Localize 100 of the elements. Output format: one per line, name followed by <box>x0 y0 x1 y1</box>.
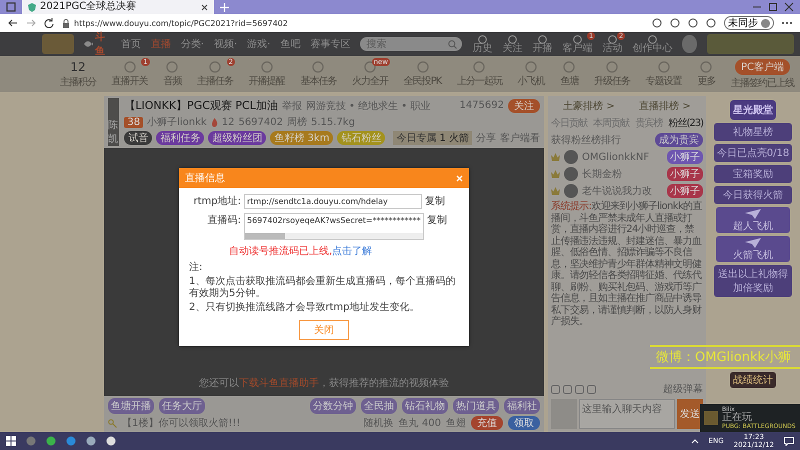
badge-pill[interactable]: 超级粉丝团 <box>208 131 266 145</box>
report-link[interactable]: 举报 <box>282 98 302 112</box>
rank-link[interactable]: 直播排榜 > <box>639 99 691 113</box>
circle-icon <box>700 60 712 72</box>
copy-link[interactable]: 复制 <box>425 194 445 208</box>
gift-button[interactable]: 分数分钟 <box>310 398 356 414</box>
recharge-button[interactable]: 充值 <box>471 416 503 430</box>
gift-button[interactable]: 鱼塘开播 <box>108 398 154 414</box>
window-icon <box>6 2 16 12</box>
toolbar-link[interactable]: 开播提醒 <box>248 60 285 88</box>
chat-tab[interactable]: 粉丝(23) <box>668 116 703 130</box>
note-text: 1、每次点击获取推流码都会重新生成直播码，每个直播码的有效期为5分钟。 <box>189 276 456 300</box>
copy-link[interactable]: 复制 <box>427 213 447 227</box>
claim-button[interactable]: 领取 <box>508 416 540 430</box>
nav-link[interactable]: 赛事专区 <box>310 37 350 51</box>
close-icon <box>784 2 794 12</box>
circle-icon <box>572 34 582 44</box>
follower-count: 1475692 <box>459 100 504 111</box>
close-button[interactable] <box>456 174 463 182</box>
score-label: 主播积分 <box>60 76 96 88</box>
badge-pill[interactable]: 试音 <box>124 131 152 145</box>
notice-text: 【1楼】你可以领取火箭!!! <box>122 416 240 430</box>
site-logo[interactable]: 斗鱼 <box>84 30 111 58</box>
send-button[interactable]: 发送 <box>677 399 703 429</box>
nav-link[interactable]: 直播 <box>150 37 171 51</box>
rank-link[interactable]: 土豪排榜 > <box>563 99 615 113</box>
gift-button[interactable]: 任务大厅 <box>159 398 205 414</box>
fish-ball-count: 鱼丸 400 <box>398 416 441 430</box>
nav-link[interactable]: 鱼吧 <box>280 37 300 51</box>
nav-link[interactable]: 游戏· <box>247 37 270 51</box>
rtmp-field[interactable]: rtmp://sendtc1a.douyu.com/hdelay <box>244 194 422 209</box>
chevron-up-icon <box>690 438 699 444</box>
nav-link[interactable]: 视频· <box>214 37 238 51</box>
circle-icon <box>106 436 116 446</box>
status-text: 正在玩 <box>722 413 753 423</box>
circle-icon <box>312 60 324 72</box>
system-notice: 系统提示:欢迎来到小狮子lionkk的直播间，斗鱼严禁未成年人直播或打赏，直播内容进行24小时巡查，禁止传播违法违规、封建迷信、暴力血腥、低俗色情、招嫖诈骗等不良信息，坚决维护青少年群体精神文明健康。请勿轻信各类招聘征婚、代练代聊、刷粉、购买礼包码、游戏币等广告信息，且如主播在推广商品中诱导私下交易，请谨慎判断，以防人身财产损失。 <box>551 201 703 328</box>
client-button[interactable]: PC客户端 <box>734 58 790 74</box>
header-action-link[interactable]: 关注 <box>502 34 522 54</box>
gift-button[interactable]: 钻石礼物 <box>402 398 448 414</box>
event-section: 礼物星榜 <box>714 123 792 141</box>
toolbar-link[interactable]: 更多 <box>697 60 716 88</box>
nav-link[interactable]: 分类· <box>180 37 204 51</box>
danmaku-text: 微博：OMGlionkk小狮 <box>650 345 800 369</box>
header-action-link[interactable]: 历史 <box>472 34 492 54</box>
gift-button[interactable]: 福利社 <box>504 398 540 414</box>
user-avatar[interactable] <box>682 35 697 53</box>
super-danmaku-link[interactable]: 超级弹幕 <box>663 382 703 396</box>
stats-button[interactable]: 战绩统计 <box>730 372 776 388</box>
address-field[interactable]: https://www.douyu.com/topic/PGC2021?rid=5697402 <box>62 18 644 28</box>
toolbar-link[interactable]: 全民投PK <box>404 60 442 88</box>
follow-button[interactable]: 关注 <box>508 98 540 112</box>
share-link[interactable]: 分享 <box>476 131 496 145</box>
nav-link[interactable]: 首页 <box>120 37 141 51</box>
header-action-link[interactable]: 创作中心 <box>632 34 672 54</box>
circle-icon <box>86 436 96 446</box>
header-action-link[interactable]: 开播 <box>532 34 552 54</box>
badge-pill[interactable]: 福利任务 <box>156 131 204 145</box>
badge-pill[interactable]: 鱼籽榜 3km <box>270 131 334 145</box>
stream-code-field[interactable]: 5697402rsoyeqeAK?wsSecret=************ <box>244 213 424 240</box>
profile-button[interactable]: 未同步 <box>724 16 774 30</box>
client-watch-link[interactable]: 客户端看 <box>500 131 540 145</box>
learn-more-link[interactable]: 点击了解 <box>332 246 372 257</box>
app-icon <box>26 436 36 446</box>
toolbar-link[interactable]: 鱼塘 <box>560 60 578 88</box>
chat-input[interactable]: 这里输入聊天内容 <box>579 399 675 429</box>
toolbar-link[interactable]: 基本任务 <box>300 60 336 88</box>
event-section: 宝箱奖励 <box>714 165 792 183</box>
anchor-name[interactable]: 小狮子lionkk <box>147 115 207 129</box>
browser-tab[interactable]: 2021PGC全球总决赛 <box>22 0 214 14</box>
toolbar-link[interactable]: 升级任务 <box>594 60 630 88</box>
shield-icon <box>28 2 36 12</box>
toolbar-link[interactable]: 专题设置 <box>646 60 682 88</box>
fan-name: 长期金粉 <box>582 168 623 181</box>
windows-icon <box>6 436 16 446</box>
avatar-icon <box>761 18 770 28</box>
fan-badge: 小狮子 <box>667 150 703 164</box>
plane-icon <box>745 236 761 248</box>
fan-badge: 小狮子 <box>667 167 703 181</box>
user-avatar <box>564 150 578 164</box>
score-value: 12 <box>70 60 86 74</box>
become-vip-button[interactable]: 成为贵宾 <box>655 133 703 147</box>
circle-icon <box>563 60 576 72</box>
close-button[interactable]: 关闭 <box>299 320 349 340</box>
gift-button[interactable]: 全民抽 <box>361 398 397 414</box>
circle-icon <box>606 60 618 72</box>
level-badge: 38 <box>124 116 144 128</box>
toolbar-link[interactable]: 音频 <box>163 60 182 88</box>
gift-button[interactable]: 热门道具 <box>453 398 499 414</box>
toolbar-link[interactable]: 上分一起玩 <box>456 60 502 88</box>
horizontal-scrollbar[interactable] <box>245 233 423 239</box>
toolbar-link[interactable]: 小飞机 <box>518 60 545 88</box>
maximize-icon <box>768 2 778 12</box>
badge-pill[interactable]: 钻石粉丝 <box>337 131 386 145</box>
warning-text: 自动读号推流码已上线,点击了解 <box>229 244 374 258</box>
note-title: 注: <box>189 262 204 274</box>
random-link[interactable]: 随机换 <box>364 416 394 430</box>
client-note: 主播签约已上线 <box>731 76 794 90</box>
download-link[interactable]: 下载斗鱼直播助手 <box>239 378 319 389</box>
circle-icon <box>648 34 657 44</box>
